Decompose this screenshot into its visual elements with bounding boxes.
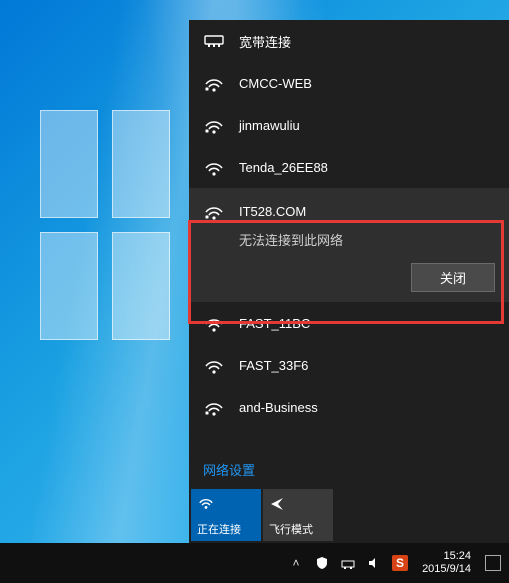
connection-status-message: 无法连接到此网络 <box>239 230 495 249</box>
wifi-ssid: FAST_11BC <box>239 316 310 331</box>
wifi-ssid: IT528.COM <box>239 204 306 219</box>
wifi-secured-icon <box>203 200 225 222</box>
network-flyout: 宽带连接 CMCC-WEB jinmawuliu Tenda_26EE88 <box>189 20 509 543</box>
wifi-tile-label: 正在连接 <box>197 521 255 537</box>
wifi-secured-icon <box>203 72 225 94</box>
wifi-ssid: jinmawuliu <box>239 118 300 133</box>
wifi-ssid: CMCC-WEB <box>239 76 312 91</box>
wifi-ssid: and-Business <box>239 400 318 415</box>
wifi-item[interactable]: CMCC-WEB <box>189 62 509 104</box>
ime-indicator[interactable]: S <box>392 555 408 571</box>
wifi-item[interactable]: FAST_11BC <box>189 302 509 344</box>
wifi-open-icon <box>203 312 225 334</box>
wifi-secured-icon <box>203 114 225 136</box>
airplane-icon <box>269 495 285 511</box>
wifi-item[interactable]: FAST_33F6 <box>189 344 509 386</box>
close-button[interactable]: 关闭 <box>411 263 495 292</box>
broadband-connection-item[interactable]: 宽带连接 <box>189 20 509 62</box>
wifi-item[interactable]: Tenda_26EE88 <box>189 146 509 188</box>
wifi-item[interactable]: jinmawuliu <box>189 104 509 146</box>
system-tray: ˄ S 15:24 2015/9/14 <box>288 543 509 583</box>
broadband-label: 宽带连接 <box>239 32 291 51</box>
tray-shield-icon[interactable] <box>314 555 330 571</box>
airplane-tile-label: 飞行模式 <box>269 521 327 537</box>
network-list: 宽带连接 CMCC-WEB jinmawuliu Tenda_26EE88 <box>189 20 509 452</box>
wifi-icon <box>197 495 215 509</box>
wifi-secured-icon <box>203 396 225 418</box>
action-center-icon[interactable] <box>485 555 501 571</box>
ethernet-icon <box>203 30 225 52</box>
wifi-item-selected[interactable]: IT528.COM 无法连接到此网络 关闭 <box>189 188 509 302</box>
network-settings-link[interactable]: 网络设置 <box>189 452 509 485</box>
airplane-mode-tile[interactable]: 飞行模式 <box>263 489 333 541</box>
wifi-tile[interactable]: 正在连接 <box>191 489 261 541</box>
tray-network-icon[interactable] <box>340 555 356 571</box>
wifi-ssid: FAST_33F6 <box>239 358 308 373</box>
wifi-ssid: Tenda_26EE88 <box>239 160 328 175</box>
taskbar-clock[interactable]: 15:24 2015/9/14 <box>418 550 475 575</box>
taskbar: ˄ S 15:24 2015/9/14 <box>0 543 509 583</box>
desktop-background: 宽带连接 CMCC-WEB jinmawuliu Tenda_26EE88 <box>0 0 509 583</box>
wifi-open-icon <box>203 354 225 376</box>
quick-action-tiles: 正在连接 飞行模式 <box>189 485 509 543</box>
tray-chevron-up-icon[interactable]: ˄ <box>288 555 304 571</box>
clock-date: 2015/9/14 <box>422 563 471 576</box>
clock-time: 15:24 <box>422 550 471 563</box>
wallpaper-window-graphic <box>40 110 170 340</box>
tray-volume-icon[interactable] <box>366 555 382 571</box>
wifi-open-icon <box>203 156 225 178</box>
wifi-item[interactable]: and-Business <box>189 386 509 428</box>
